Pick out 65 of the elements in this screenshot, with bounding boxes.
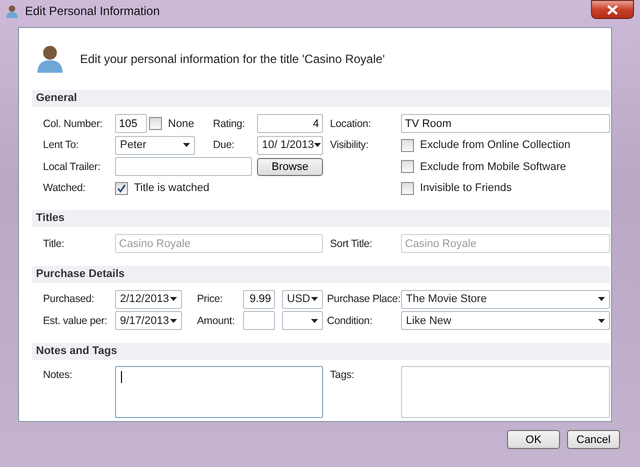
- checkbox-label: None: [168, 118, 194, 130]
- field-label: Sort Title:: [330, 238, 374, 250]
- field-label: Location:: [330, 118, 372, 130]
- checkbox[interactable]: [401, 138, 414, 152]
- checkbox[interactable]: [149, 117, 162, 130]
- close-icon: [607, 4, 618, 14]
- field-label: Purchased:: [43, 293, 96, 306]
- person-icon: [5, 3, 19, 19]
- dropdown[interactable]: 2/12/2013: [115, 290, 182, 309]
- text-field[interactable]: 9.99: [243, 290, 275, 309]
- section-header: Titles: [32, 210, 610, 227]
- memo-field[interactable]: [115, 366, 323, 418]
- field-label: Est. value per:: [43, 314, 108, 327]
- checkbox-label: Exclude from Mobile Software: [420, 160, 566, 173]
- checkbox-label: Invisible to Friends: [420, 182, 512, 194]
- browse-button[interactable]: Browse: [257, 158, 323, 176]
- dropdown[interactable]: Peter: [115, 136, 195, 155]
- text-field[interactable]: [115, 157, 252, 176]
- caret-icon: [170, 318, 177, 323]
- checkbox[interactable]: [401, 160, 414, 174]
- memo-field[interactable]: [401, 366, 610, 418]
- text-field[interactable]: TV Room: [401, 114, 610, 134]
- checkbox-label: Title is watched: [134, 182, 210, 194]
- text-cursor: [121, 370, 122, 382]
- section-header: General: [32, 90, 610, 107]
- caret-icon: [311, 297, 318, 302]
- caret-icon: [311, 318, 318, 323]
- checkbox[interactable]: [401, 182, 414, 195]
- dropdown[interactable]: [282, 311, 323, 330]
- field-label: Rating:: [213, 118, 246, 130]
- text-field[interactable]: [243, 311, 275, 330]
- dropdown[interactable]: 9/17/2013: [115, 311, 182, 330]
- dropdown[interactable]: 10/ 1/2013: [257, 136, 323, 155]
- field-label: Visibility:: [330, 139, 370, 152]
- field-label: Lent To:: [43, 139, 80, 152]
- field-label: Local Trailer:: [43, 160, 102, 173]
- dropdown[interactable]: USD: [282, 290, 323, 309]
- field-label: Due:: [213, 139, 236, 152]
- caret-icon: [170, 297, 177, 302]
- checkbox[interactable]: [115, 182, 128, 195]
- window-title: Edit Personal Information: [25, 4, 160, 18]
- field-label: Tags:: [330, 368, 356, 380]
- field-label: Col. Number:: [43, 118, 104, 130]
- dropdown[interactable]: The Movie Store: [401, 290, 610, 309]
- caret-icon: [183, 143, 190, 148]
- dropdown[interactable]: Like New: [401, 311, 610, 330]
- caret-icon: [598, 318, 605, 323]
- field-label: Condition:: [327, 314, 374, 327]
- dialog-instruction: Edit your personal information for the title 'Casino Royale': [80, 52, 385, 66]
- field-label: Watched:: [43, 182, 86, 194]
- field-label: Price:: [197, 293, 224, 306]
- close-button[interactable]: [591, 0, 634, 19]
- text-field[interactable]: 4: [257, 114, 323, 134]
- section-header: Notes and Tags: [32, 342, 610, 360]
- checkbox-label: Exclude from Online Collection: [420, 139, 570, 152]
- field-label: Amount:: [197, 314, 236, 327]
- caret-icon: [314, 143, 321, 148]
- text-field[interactable]: 105: [115, 114, 147, 134]
- caret-icon: [598, 297, 605, 302]
- cancel-button[interactable]: Cancel: [567, 430, 620, 449]
- field-label: Purchase Place:: [327, 293, 401, 306]
- field-label: Notes:: [43, 368, 74, 380]
- field-label: Title:: [43, 238, 66, 250]
- ok-button[interactable]: OK: [507, 430, 560, 449]
- section-header: Purchase Details: [32, 266, 610, 282]
